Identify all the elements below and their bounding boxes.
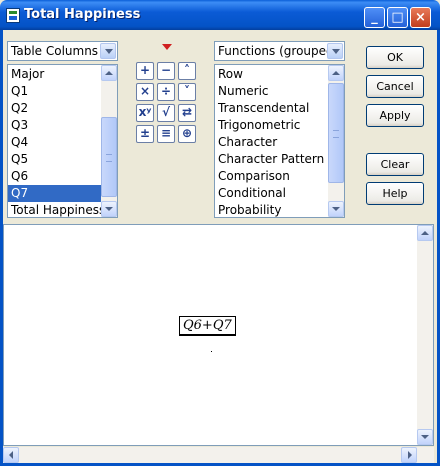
keypad-menu-icon[interactable]	[162, 44, 172, 50]
function-group-item[interactable]: Probability	[215, 202, 328, 217]
function-group-item[interactable]: Transcendental	[215, 100, 328, 117]
root-icon[interactable]: √	[157, 104, 175, 122]
cancel-button[interactable]: Cancel	[366, 75, 424, 98]
power-icon[interactable]: xʸ	[136, 104, 154, 122]
functions-list-scrollbar[interactable]	[328, 65, 344, 217]
swap-icon[interactable]: ⇄	[178, 104, 196, 122]
local-variable-icon[interactable]: ⊕	[178, 125, 196, 143]
functions-list[interactable]: Row Numeric Transcendental Trigonometric Cha…	[214, 64, 345, 218]
column-item[interactable]: Q6	[8, 168, 101, 185]
apply-button[interactable]: Apply	[366, 104, 424, 127]
chevron-down-icon[interactable]	[100, 43, 116, 59]
function-group-item[interactable]: Row	[215, 66, 328, 83]
functions-dropdown[interactable]: Functions (grouped)	[214, 41, 345, 61]
scroll-up-icon[interactable]	[328, 65, 344, 81]
close-button[interactable]: ×	[410, 7, 431, 28]
lower-icon[interactable]: ˅	[178, 83, 196, 101]
scroll-down-icon[interactable]	[101, 201, 117, 217]
assign-icon[interactable]: ≡	[157, 125, 175, 143]
divide-icon[interactable]: ÷	[157, 83, 175, 101]
scroll-left-icon[interactable]	[3, 447, 19, 463]
formula-editor-app-icon	[6, 8, 20, 23]
function-group-item[interactable]: Character Pattern	[215, 151, 328, 168]
function-group-item[interactable]: Comparison	[215, 168, 328, 185]
columns-dropdown[interactable]: Table Columns	[7, 41, 118, 61]
columns-list-scrollbar[interactable]	[101, 65, 117, 217]
column-item[interactable]: Q4	[8, 134, 101, 151]
title-bar[interactable]: Total Happiness _ □ ×	[0, 0, 440, 30]
insertion-point	[211, 351, 212, 352]
negate-icon[interactable]: ±	[136, 125, 154, 143]
scroll-up-icon[interactable]	[101, 65, 117, 81]
function-group-item[interactable]: Numeric	[215, 83, 328, 100]
column-item[interactable]: Q3	[8, 117, 101, 134]
formula-editor[interactable]: Q6+Q7	[3, 224, 434, 446]
minimize-icon: _	[371, 10, 378, 25]
maximize-button[interactable]: □	[387, 7, 408, 28]
column-item[interactable]: Total Happiness	[8, 202, 101, 217]
functions-dropdown-value: Functions (grouped)	[218, 44, 339, 58]
formula-expression[interactable]: Q6+Q7	[179, 316, 236, 336]
function-group-item[interactable]: Conditional	[215, 185, 328, 202]
scroll-up-icon[interactable]	[417, 225, 433, 241]
multiply-icon[interactable]: ×	[136, 83, 154, 101]
function-group-item[interactable]: Trigonometric	[215, 117, 328, 134]
window-title: Total Happiness	[24, 7, 141, 22]
columns-dropdown-value: Table Columns	[11, 44, 99, 58]
minimize-button[interactable]: _	[364, 7, 385, 28]
functions-list-items: Row Numeric Transcendental Trigonometric Cha…	[215, 65, 344, 217]
add-icon[interactable]: +	[136, 62, 154, 80]
subtract-icon[interactable]: −	[157, 62, 175, 80]
scroll-down-icon[interactable]	[328, 201, 344, 217]
column-item[interactable]: Q5	[8, 151, 101, 168]
close-icon: ×	[415, 10, 426, 25]
editor-horizontal-scrollbar[interactable]	[3, 447, 434, 463]
column-item[interactable]: Major	[8, 66, 101, 83]
column-item[interactable]: Q7	[8, 185, 101, 202]
scroll-right-icon[interactable]	[401, 447, 417, 463]
raise-icon[interactable]: ˄	[178, 62, 196, 80]
clear-button[interactable]: Clear	[366, 153, 424, 176]
column-item[interactable]: Q1	[8, 83, 101, 100]
column-item[interactable]: Q2	[8, 100, 101, 117]
columns-list[interactable]: Major Q1 Q2 Q3 Q4 Q5 Q6 Q7 Total Happiness	[7, 64, 118, 218]
scroll-down-icon[interactable]	[417, 429, 433, 445]
editor-vertical-scrollbar[interactable]	[417, 225, 433, 445]
function-group-item[interactable]: Character	[215, 134, 328, 151]
help-button[interactable]: Help	[366, 182, 424, 205]
ok-button[interactable]: OK	[366, 46, 424, 69]
scroll-thumb[interactable]	[328, 83, 344, 183]
scroll-thumb[interactable]	[101, 117, 117, 197]
maximize-icon: □	[391, 10, 404, 25]
chevron-down-icon[interactable]	[327, 43, 343, 59]
